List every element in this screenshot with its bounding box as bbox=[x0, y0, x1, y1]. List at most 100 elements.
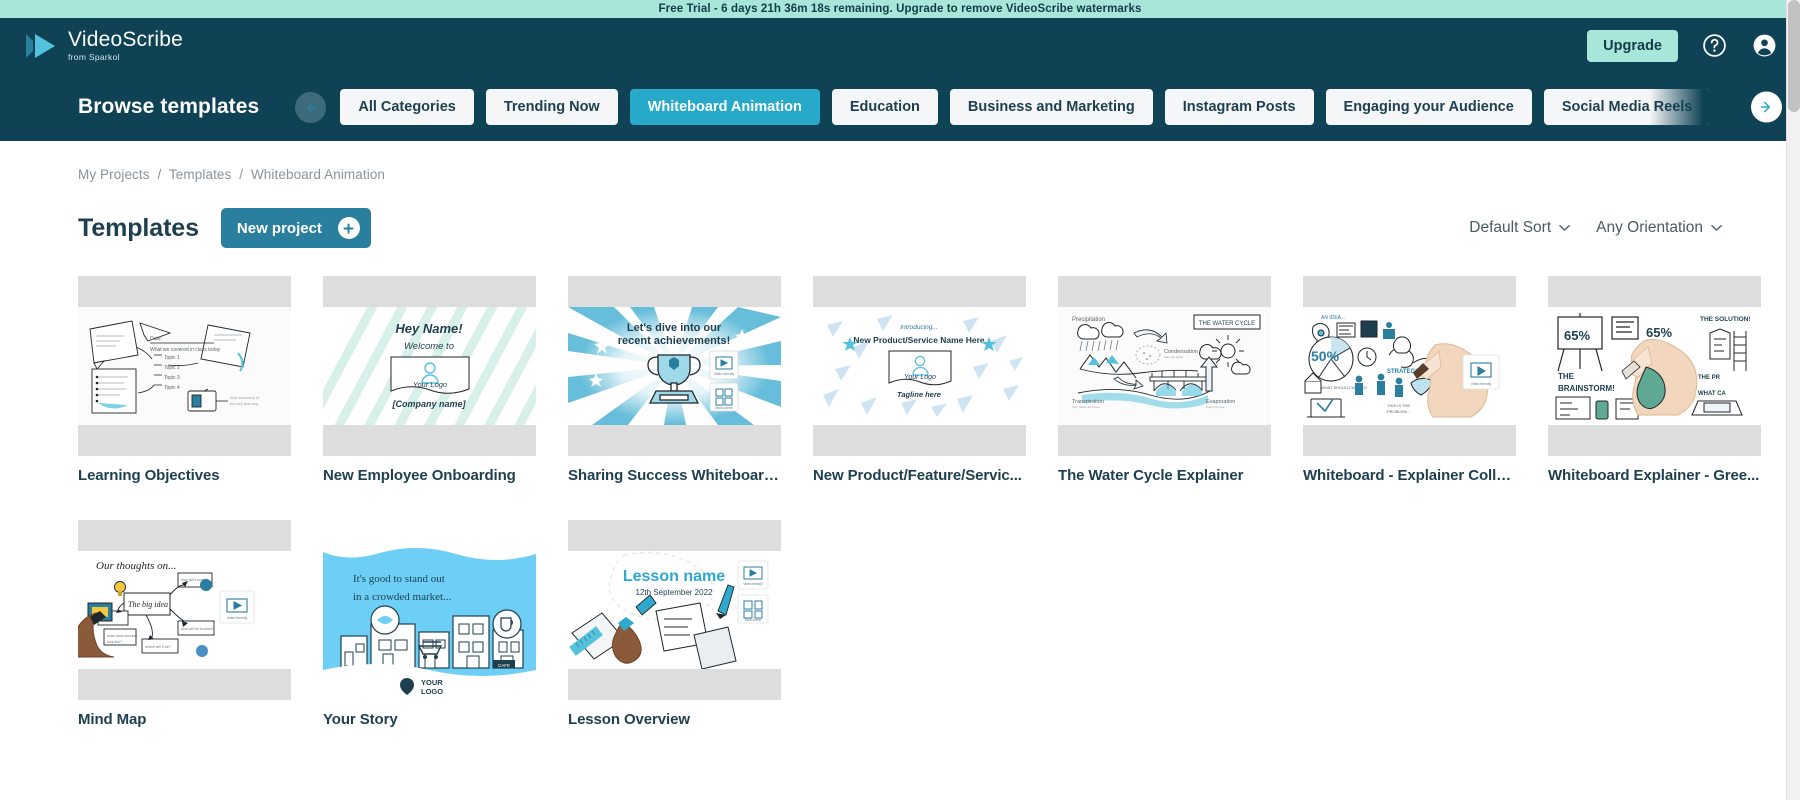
template-label: Lesson Overview bbox=[568, 711, 690, 728]
svg-text:AN IDEA...: AN IDEA... bbox=[1321, 315, 1345, 321]
template-label: Whiteboard Explainer - Gree... bbox=[1548, 467, 1760, 484]
category-pill-instagram-posts[interactable]: Instagram Posts bbox=[1164, 89, 1314, 125]
template-thumbnail[interactable]: Let's dive into our recent achievements! bbox=[568, 276, 781, 456]
category-pill-engaging-your-audience[interactable]: Engaging your Audience bbox=[1325, 89, 1532, 125]
category-pill-all-categories[interactable]: All Categories bbox=[340, 89, 474, 125]
category-pill-social-media-reels[interactable]: Social Media Reels bbox=[1543, 89, 1711, 125]
svg-text:Precipitation: Precipitation bbox=[1072, 317, 1105, 323]
svg-text:liquid into gas: liquid into gas bbox=[1206, 405, 1225, 409]
category-pill-trending-now[interactable]: Trending Now bbox=[485, 89, 618, 125]
svg-text:Topic 1: Topic 1 bbox=[164, 355, 180, 361]
svg-text:Let's dive into our: Let's dive into our bbox=[627, 322, 722, 334]
welcome-logo-card-art: Hey Name! Welcome to Your Logo [Company … bbox=[323, 307, 536, 425]
svg-text:Your Logo: Your Logo bbox=[413, 380, 447, 389]
svg-text:12th September 2022: 12th September 2022 bbox=[636, 588, 713, 597]
category-nav: Browse templates All Categories Trending… bbox=[0, 73, 1800, 141]
hand-drawing-brainstorm-art: 65% THE BRAINSTORM! 65% THE SOLUTION! TH… bbox=[1548, 307, 1761, 425]
app-header: VideoScribe from Sparkol Upgrade bbox=[0, 18, 1800, 73]
template-card[interactable]: 65% THE BRAINSTORM! 65% THE SOLUTION! TH… bbox=[1548, 276, 1761, 484]
template-thumbnail[interactable]: Precipitation THE WATER CYCLE Condensati… bbox=[1058, 276, 1271, 456]
lesson-desk-items-art: Lesson name 12th September 2022 Video fr… bbox=[568, 551, 781, 669]
template-card[interactable]: AN IDEA... 50% WHAT SHOULD WE DO? STRATE… bbox=[1303, 276, 1516, 484]
svg-text:THE: THE bbox=[1558, 372, 1575, 381]
svg-text:Hey Name!: Hey Name! bbox=[395, 321, 463, 336]
category-pill-whiteboard-animation[interactable]: Whiteboard Animation bbox=[629, 89, 820, 125]
template-label: Learning Objectives bbox=[78, 467, 220, 484]
template-thumbnail[interactable]: 65% THE BRAINSTORM! 65% THE SOLUTION! TH… bbox=[1548, 276, 1761, 456]
template-thumbnail[interactable]: It's good to stand out in a crowded mark… bbox=[323, 520, 536, 700]
categories-prev-button[interactable] bbox=[295, 91, 327, 123]
svg-text:Tagline here: Tagline here bbox=[897, 390, 941, 399]
scrollbar-thumb[interactable] bbox=[1788, 0, 1800, 112]
template-card[interactable]: It's good to stand out in a crowded mark… bbox=[323, 520, 536, 728]
page-scrollbar[interactable] bbox=[1786, 0, 1800, 800]
svg-text:THIS IS THE: THIS IS THE bbox=[1387, 403, 1410, 408]
template-card[interactable]: Our thoughts on... The big idea how will… bbox=[78, 520, 291, 728]
svg-text:Lesson name: Lesson name bbox=[623, 568, 725, 585]
orientation-dropdown[interactable]: Any Orientation bbox=[1596, 219, 1722, 237]
template-card[interactable]: Lesson name 12th September 2022 Video fr… bbox=[568, 520, 781, 728]
breadcrumb-separator: / bbox=[239, 167, 244, 182]
svg-text:from plants and trees: from plants and trees bbox=[1072, 405, 1101, 409]
template-card[interactable]: Precipitation THE WATER CYCLE Condensati… bbox=[1058, 276, 1271, 484]
breadcrumb-item-templates[interactable]: Templates bbox=[169, 167, 231, 182]
sort-dropdown-label: Default Sort bbox=[1469, 219, 1552, 236]
svg-text:What we covered in class today: What we covered in class today bbox=[150, 347, 221, 353]
template-thumbnail[interactable]: Our thoughts on... The big idea how will… bbox=[78, 520, 291, 700]
templates-toolbar: Templates New project Default Sort Any O… bbox=[78, 208, 1722, 248]
hand-drawing-collage-art: AN IDEA... 50% WHAT SHOULD WE DO? STRATE… bbox=[1303, 307, 1516, 425]
svg-text:Video friendly: Video friendly bbox=[1471, 382, 1492, 386]
template-card[interactable]: Introducing... New Product/Service Name … bbox=[813, 276, 1026, 484]
template-thumbnail[interactable]: Lesson name 12th September 2022 Video fr… bbox=[568, 520, 781, 700]
breadcrumb-item-my-projects[interactable]: My Projects bbox=[78, 167, 150, 182]
new-project-label: New project bbox=[236, 219, 322, 237]
svg-text:New Product/Service Name Here: New Product/Service Name Here bbox=[853, 335, 985, 345]
svg-text:THE SOLUTION!: THE SOLUTION! bbox=[1700, 316, 1751, 323]
trial-banner: Free Trial - 6 days 21h 36m 18s remainin… bbox=[0, 0, 1800, 18]
svg-text:Video friendly: Video friendly bbox=[714, 372, 735, 376]
svg-text:WHAT CA: WHAT CA bbox=[1698, 391, 1727, 397]
svg-text:THE WATER CYCLE: THE WATER CYCLE bbox=[1199, 321, 1255, 327]
category-pill-business-and-marketing[interactable]: Business and Marketing bbox=[949, 89, 1153, 125]
svg-text:Our thoughts on...: Our thoughts on... bbox=[96, 560, 176, 572]
sticky-notes-lesson-plan-art: Date: What we covered in class today Top… bbox=[78, 307, 291, 425]
svg-text:Your Logo: Your Logo bbox=[904, 374, 936, 381]
template-thumbnail[interactable]: Introducing... New Product/Service Name … bbox=[813, 276, 1026, 456]
templates-grid: Date: What we covered in class today Top… bbox=[78, 276, 1761, 728]
template-card[interactable]: Hey Name! Welcome to Your Logo [Company … bbox=[323, 276, 536, 484]
upgrade-button[interactable]: Upgrade bbox=[1587, 29, 1678, 62]
help-circle-icon bbox=[1702, 34, 1726, 57]
template-card[interactable]: Let's dive into our recent achievements! bbox=[568, 276, 781, 484]
category-pill-education[interactable]: Education bbox=[831, 89, 938, 125]
sort-dropdown[interactable]: Default Sort bbox=[1469, 219, 1570, 237]
template-label: Sharing Success Whiteboard ... bbox=[568, 467, 781, 484]
account-button[interactable] bbox=[1750, 32, 1778, 60]
water-cycle-diagram-art: Precipitation THE WATER CYCLE Condensati… bbox=[1058, 307, 1271, 425]
template-thumbnail[interactable]: Date: What we covered in class today Top… bbox=[78, 276, 291, 456]
svg-text:Multi-scene: Multi-scene bbox=[745, 618, 762, 622]
svg-text:who will be involved?: who will be involved? bbox=[181, 627, 215, 631]
svg-text:Gas into liquid: Gas into liquid bbox=[1164, 355, 1183, 359]
template-thumbnail[interactable]: AN IDEA... 50% WHAT SHOULD WE DO? STRATE… bbox=[1303, 276, 1516, 456]
svg-text:what does success: what does success bbox=[107, 634, 138, 638]
help-button[interactable] bbox=[1700, 32, 1728, 60]
main-content: My Projects / Templates / Whiteboard Ani… bbox=[0, 141, 1800, 728]
svg-text:in a crowded market...: in a crowded market... bbox=[353, 591, 452, 603]
new-project-button[interactable]: New project bbox=[220, 208, 371, 248]
template-label: New Employee Onboarding bbox=[323, 467, 516, 484]
svg-text:final summary of: final summary of bbox=[230, 395, 260, 400]
svg-text:Multi-scene: Multi-scene bbox=[715, 406, 732, 410]
template-label: Your Story bbox=[323, 711, 398, 728]
template-thumbnail[interactable]: Hey Name! Welcome to Your Logo [Company … bbox=[323, 276, 536, 456]
template-label: New Product/Feature/Servic... bbox=[813, 467, 1022, 484]
chevron-down-icon bbox=[1559, 225, 1570, 231]
template-label: Mind Map bbox=[78, 711, 147, 728]
categories-next-button[interactable] bbox=[1751, 91, 1782, 123]
template-card[interactable]: Date: What we covered in class today Top… bbox=[78, 276, 291, 484]
orientation-dropdown-label: Any Orientation bbox=[1596, 219, 1703, 236]
product-launch-confetti-art: Introducing... New Product/Service Name … bbox=[813, 307, 1026, 425]
arrow-right-icon bbox=[1760, 101, 1771, 113]
svg-text:Welcome to: Welcome to bbox=[404, 341, 454, 352]
chevron-down-icon bbox=[1711, 225, 1722, 231]
videoscribe-logo[interactable]: VideoScribe from Sparkol bbox=[24, 29, 183, 62]
